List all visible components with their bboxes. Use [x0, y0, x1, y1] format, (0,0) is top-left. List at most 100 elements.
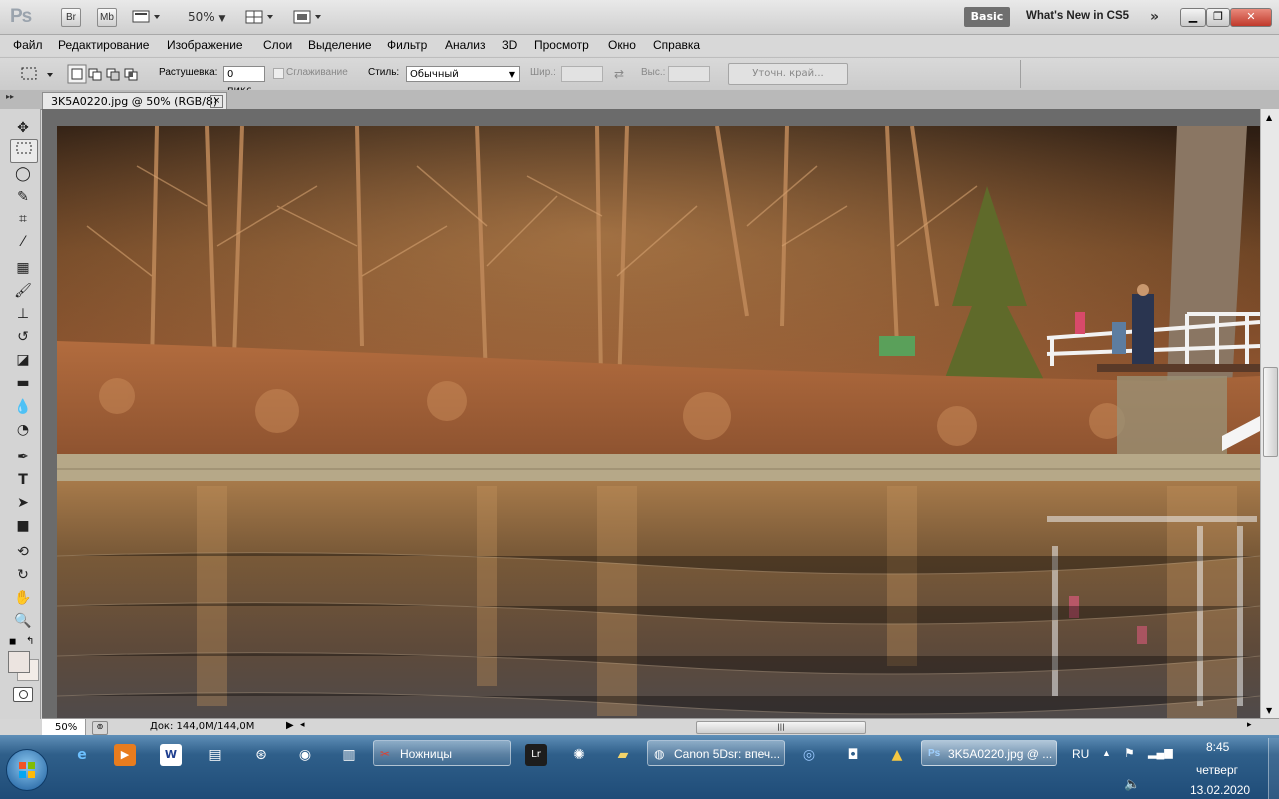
menu-3d[interactable]: 3D	[502, 38, 517, 52]
eyedropper-tool-icon[interactable]: ⁄	[10, 231, 36, 253]
scroll-up-icon[interactable]: ▲	[1266, 113, 1272, 122]
style-select[interactable]: Обычный ▼	[406, 66, 520, 82]
menu-analysis[interactable]: Анализ	[445, 38, 486, 52]
brush-tool-icon[interactable]: 🖌	[10, 280, 36, 302]
input-language[interactable]: RU	[1072, 747, 1089, 761]
quick-selection-tool-icon[interactable]: ✎	[10, 186, 36, 208]
menu-layers[interactable]: Слои	[263, 38, 292, 52]
collapse-panel-icon[interactable]: ▸▸	[6, 92, 14, 101]
lasso-tool-icon[interactable]: ◯	[10, 163, 36, 185]
feather-input[interactable]: 0 пикс.	[223, 66, 265, 96]
selection-mode-icons[interactable]	[67, 64, 141, 84]
swap-icon[interactable]: ⇄	[614, 67, 624, 81]
signal-icon[interactable]: ▂▄▆	[1148, 746, 1173, 759]
network-error-icon[interactable]: ⚑	[1124, 746, 1135, 760]
menu-window[interactable]: Окно	[608, 38, 636, 52]
spot-healing-tool-icon[interactable]: ▦	[10, 257, 36, 279]
antialias-checkbox[interactable]	[273, 68, 284, 79]
tool-preset-picker[interactable]	[19, 64, 59, 84]
horizontal-scroll-thumb[interactable]: |||	[696, 721, 866, 734]
quick-mask-icon[interactable]	[13, 687, 33, 702]
foreground-color-swatch[interactable]	[8, 651, 30, 673]
crop-tool-icon[interactable]: ⌗	[10, 208, 36, 230]
vertical-scrollbar[interactable]: ▲ ▼	[1260, 109, 1279, 718]
status-info-icon[interactable]: ⊚	[92, 721, 108, 735]
rectangular-marquee-tool-icon[interactable]	[10, 139, 38, 163]
eraser-tool-icon[interactable]: ◪	[10, 349, 36, 371]
zoom-tool-icon[interactable]: 🔍	[10, 610, 36, 632]
rectangle-tool-icon[interactable]: ■	[10, 515, 36, 537]
scroll-left-icon[interactable]: ◂	[300, 720, 305, 730]
more-workspaces-icon[interactable]: »	[1150, 9, 1159, 25]
view-extras-button[interactable]	[132, 10, 162, 24]
scissors-icon: ✂	[380, 747, 391, 761]
media-player-icon[interactable]: ▶	[114, 744, 136, 766]
vertical-scroll-thumb[interactable]	[1263, 367, 1278, 457]
menu-select[interactable]: Выделение	[308, 38, 372, 52]
internet-explorer-icon[interactable]: e	[71, 744, 93, 766]
workspace-basic-button[interactable]: Basic	[964, 7, 1010, 27]
device-icon[interactable]: ◘	[842, 744, 864, 766]
document-tab[interactable]: 3K5A0220.jpg @ 50% (RGB/8) ×	[42, 92, 227, 109]
menu-help[interactable]: Справка	[653, 38, 700, 52]
bridge-button[interactable]: Br	[61, 8, 81, 27]
status-zoom-field[interactable]: 50%	[42, 719, 86, 736]
scroll-down-icon[interactable]: ▼	[1266, 706, 1272, 715]
explorer-window-icon[interactable]: ▤	[204, 744, 226, 766]
path-selection-tool-icon[interactable]: ➤	[10, 492, 36, 514]
word-icon[interactable]: W	[160, 744, 182, 766]
refine-edge-button[interactable]: Уточн. край...	[728, 63, 848, 85]
taskbar-task-photoshop[interactable]: Ps 3K5A0220.jpg @ ...	[921, 740, 1057, 766]
taskbar-task-snipping[interactable]: ✂ Ножницы	[373, 740, 511, 766]
clone-stamp-tool-icon[interactable]: ⊥	[10, 303, 36, 325]
3d-rotate-tool-icon[interactable]: ⟲	[10, 541, 36, 563]
menu-view[interactable]: Просмотр	[534, 38, 589, 52]
document-app-icon[interactable]: ▥	[338, 744, 360, 766]
restore-button[interactable]: ❐	[1206, 8, 1230, 27]
zoom-level-dropdown[interactable]: 50% ▼	[188, 10, 225, 24]
height-input[interactable]	[668, 66, 710, 82]
move-tool-icon[interactable]: ✥	[10, 117, 36, 139]
default-colors-icon[interactable]: ◼	[9, 637, 16, 647]
volume-icon[interactable]: 🔈	[1124, 776, 1140, 792]
close-tab-icon[interactable]: ×	[210, 95, 223, 108]
taskbar-task-chrome[interactable]: ◍ Canon 5Dsr: впеч...	[647, 740, 785, 766]
document-tab-title: 3K5A0220.jpg @ 50% (RGB/8)	[51, 95, 218, 108]
type-tool-icon[interactable]: T	[10, 469, 36, 491]
clock-time[interactable]: 8:45	[1206, 740, 1229, 754]
screen-mode-button[interactable]	[293, 10, 325, 24]
photoshop-small-icon: Ps	[928, 748, 941, 759]
google-drive-icon[interactable]: ▲	[886, 744, 908, 766]
browser-icon[interactable]: ◎	[798, 744, 820, 766]
3d-orbit-tool-icon[interactable]: ↻	[10, 564, 36, 586]
arrange-documents-button[interactable]	[245, 10, 277, 24]
menu-file[interactable]: Файл	[13, 38, 43, 52]
film-reel-icon[interactable]: ⊛	[250, 744, 272, 766]
minimize-button[interactable]: ▁	[1180, 8, 1206, 27]
folder-icon[interactable]: ▰	[612, 744, 634, 766]
mini-bridge-button[interactable]: Mb	[97, 8, 117, 27]
camera-app-icon[interactable]: ◉	[294, 744, 316, 766]
menu-edit[interactable]: Редактирование	[58, 38, 149, 52]
dodge-tool-icon[interactable]: ◔	[10, 419, 36, 441]
scroll-right-icon[interactable]: ▸	[1247, 720, 1252, 730]
start-button[interactable]	[6, 749, 48, 791]
lightroom-icon[interactable]: Lr	[525, 744, 547, 766]
status-menu-arrow-icon[interactable]: ▶	[286, 720, 294, 731]
whats-new-button[interactable]: What's New in CS5	[1026, 10, 1129, 22]
zoom-level-value: 50%	[188, 10, 215, 24]
document-canvas-image[interactable]	[57, 126, 1260, 718]
swap-colors-icon[interactable]: ↰	[26, 636, 34, 647]
pen-tool-icon[interactable]: ✒	[10, 446, 36, 468]
show-desktop-button[interactable]	[1268, 738, 1279, 799]
blur-tool-icon[interactable]: 💧	[10, 396, 36, 418]
avast-icon[interactable]: ✺	[568, 744, 590, 766]
show-hidden-icons-icon[interactable]: ▲	[1102, 748, 1111, 758]
hand-tool-icon[interactable]: ✋	[10, 587, 36, 609]
gradient-tool-icon[interactable]: ▬	[10, 372, 36, 394]
close-button[interactable]: ✕	[1230, 8, 1272, 27]
menu-filter[interactable]: Фильтр	[387, 38, 427, 52]
width-input[interactable]	[561, 66, 603, 82]
menu-image[interactable]: Изображение	[167, 38, 243, 52]
history-brush-tool-icon[interactable]: ↺	[10, 326, 36, 348]
